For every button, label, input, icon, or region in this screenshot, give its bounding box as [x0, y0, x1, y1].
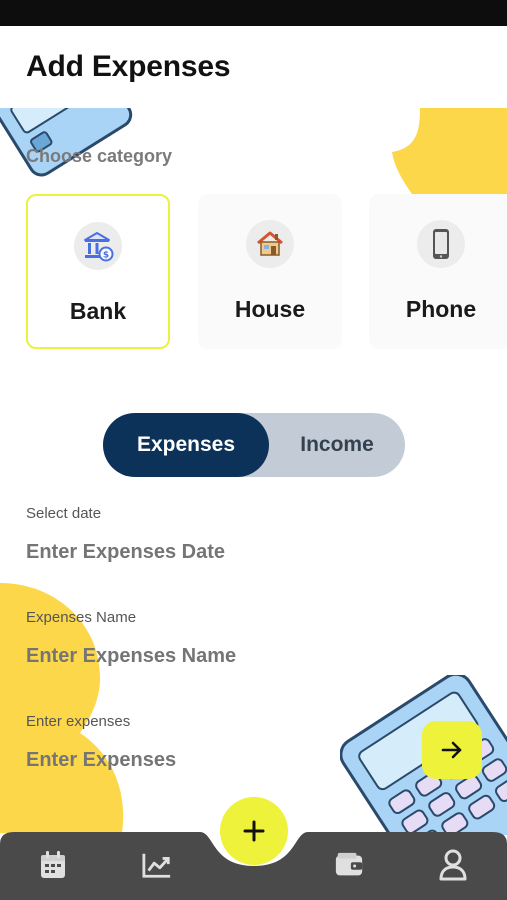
phone-icon [417, 220, 465, 268]
house-icon [246, 220, 294, 268]
name-input[interactable] [26, 645, 326, 668]
date-field-label: Select date [26, 505, 102, 522]
expense-income-toggle: Expenses Income [103, 413, 405, 477]
toggle-expenses[interactable]: Expenses [103, 413, 269, 477]
category-label-phone: Phone [405, 296, 477, 322]
chart-icon [142, 853, 171, 878]
nav-calendar[interactable] [38, 849, 68, 881]
calendar-icon [41, 851, 65, 878]
nav-wallet[interactable] [334, 849, 364, 881]
choose-category-label: Choose category [26, 146, 173, 166]
toggle-income[interactable]: Income [269, 413, 405, 477]
add-button[interactable] [220, 797, 288, 865]
nav-stats[interactable] [142, 849, 172, 881]
user-icon [439, 849, 467, 881]
date-input[interactable] [26, 541, 326, 564]
category-card-house[interactable]: House [198, 194, 342, 349]
wallet-icon [335, 852, 363, 876]
arrow-right-icon [441, 741, 462, 759]
category-card-phone[interactable]: Phone [369, 194, 507, 349]
svg-text:$: $ [103, 251, 109, 261]
category-label-house: House [234, 296, 306, 322]
status-bar [0, 0, 507, 26]
amount-field-label: Enter expenses [26, 713, 131, 730]
next-button[interactable] [422, 721, 482, 779]
amount-input[interactable] [26, 749, 326, 772]
name-field-label: Expenses Name [26, 609, 137, 626]
page-title: Add Expenses [26, 50, 231, 83]
nav-profile[interactable] [438, 849, 468, 881]
category-label-bank: Bank [69, 298, 127, 324]
category-card-bank[interactable]: $ Bank [26, 194, 170, 349]
yellow-blob-top-right [392, 108, 507, 194]
plus-icon [243, 820, 265, 842]
bank-icon: $ [74, 222, 122, 270]
